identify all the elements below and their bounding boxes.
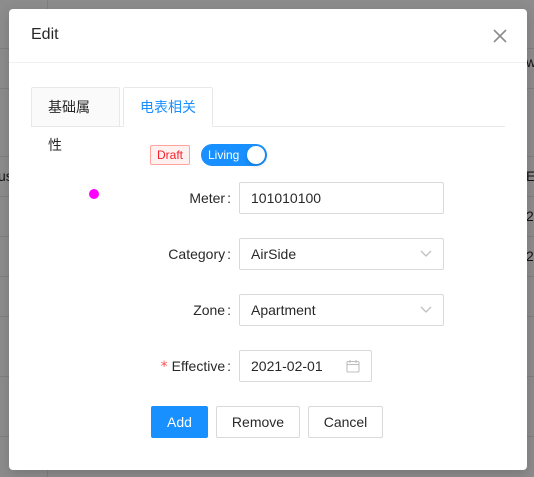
category-select[interactable]: AirSide: [239, 238, 444, 270]
edit-modal: Edit 基础属性 电表相关 Draft Living Meter: 10101…: [9, 9, 527, 470]
toggle-knob: [247, 146, 265, 164]
status-badge: Draft: [150, 145, 191, 165]
zone-value: Apartment: [251, 302, 316, 318]
remove-button[interactable]: Remove: [216, 406, 300, 438]
zone-label: Zone:: [193, 302, 231, 318]
meter-input[interactable]: 101010100: [239, 182, 444, 214]
required-mark: *: [160, 359, 168, 375]
close-icon[interactable]: [489, 25, 511, 47]
category-label: Category:: [168, 246, 231, 262]
add-button[interactable]: Add: [151, 406, 208, 438]
effective-value: 2021-02-01: [251, 358, 323, 374]
tab-meter-related[interactable]: 电表相关: [123, 87, 213, 127]
meter-label: Meter:: [189, 190, 231, 206]
living-toggle[interactable]: Living: [201, 144, 267, 166]
modal-header: Edit: [9, 9, 527, 63]
cancel-button[interactable]: Cancel: [308, 406, 383, 438]
tab-basic-properties[interactable]: 基础属性: [31, 87, 120, 153]
category-value: AirSide: [251, 246, 297, 262]
modal-title: Edit: [31, 26, 59, 43]
tab-bar: 基础属性 电表相关: [31, 87, 505, 153]
chevron-down-icon: [420, 306, 432, 313]
toggle-label: Living: [208, 148, 240, 162]
calendar-icon: [346, 360, 360, 373]
effective-label: * Effective:: [160, 358, 231, 375]
zone-select[interactable]: Apartment: [239, 294, 444, 326]
meter-value: 101010100: [251, 190, 322, 206]
effective-date-picker[interactable]: 2021-02-01: [239, 350, 372, 382]
chevron-down-icon: [420, 250, 432, 257]
